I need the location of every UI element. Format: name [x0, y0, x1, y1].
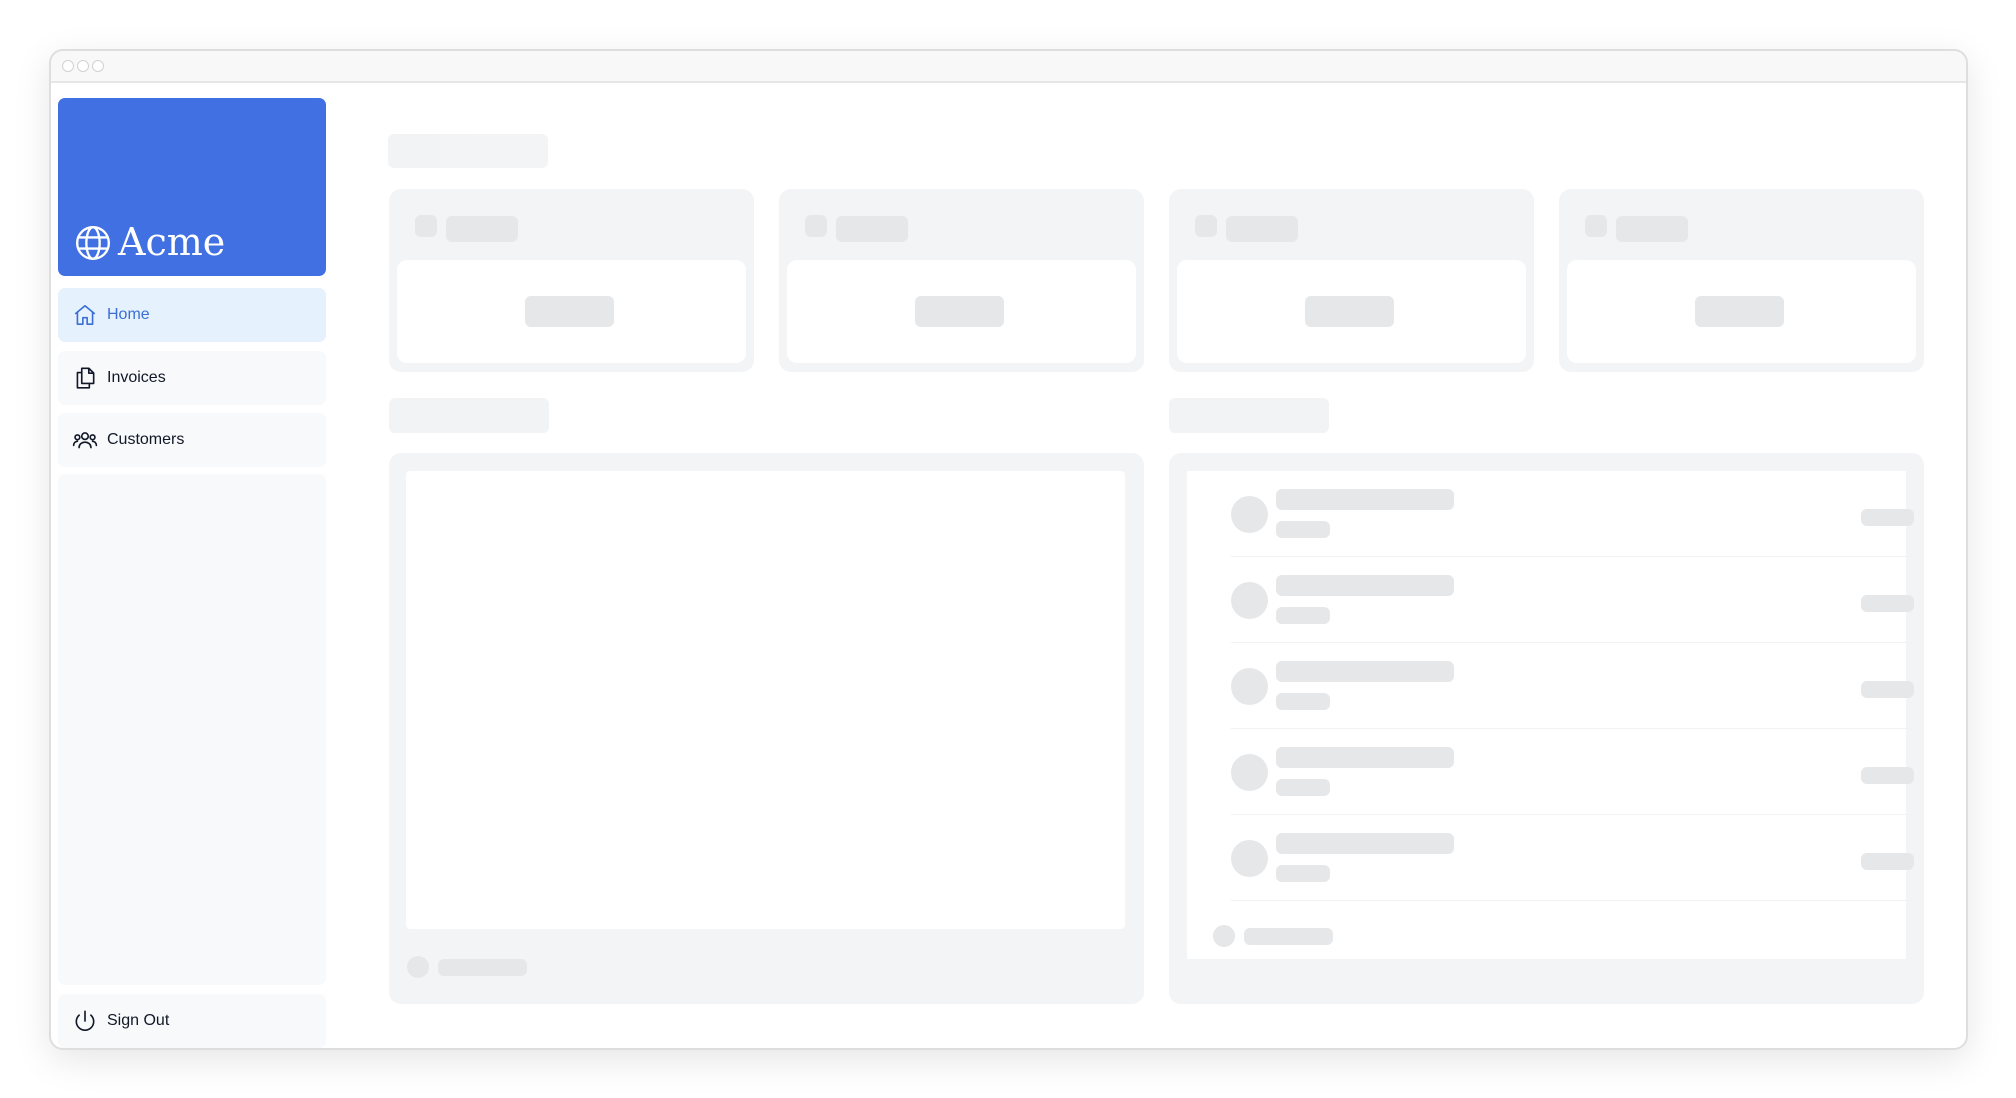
- sidebar: Acme Home Invoices Customers Sign Out: [58, 98, 326, 1048]
- list-item-skeleton: [1231, 643, 1914, 729]
- sidebar-item-home[interactable]: Home: [58, 288, 326, 342]
- list-footer-text-skeleton: [1244, 928, 1333, 945]
- list-item-skeleton: [1231, 557, 1914, 643]
- email-skeleton: [1276, 693, 1330, 710]
- list-item-skeleton: [1231, 815, 1914, 901]
- card-icon-skeleton: [1585, 215, 1607, 237]
- amount-skeleton: [1861, 767, 1914, 784]
- home-icon: [74, 304, 96, 326]
- card-icon-skeleton: [805, 215, 827, 237]
- stat-card-skeleton: [1559, 189, 1924, 372]
- globe-icon: [75, 225, 111, 261]
- email-skeleton: [1276, 779, 1330, 796]
- card-title-skeleton: [446, 216, 518, 242]
- power-icon: [75, 1010, 95, 1031]
- page-title-skeleton: [388, 134, 548, 168]
- users-icon: [72, 432, 98, 449]
- chart-panel-skeleton: [389, 453, 1144, 1004]
- chart-area-skeleton: [406, 471, 1125, 929]
- stat-card-skeleton: [389, 189, 754, 372]
- amount-skeleton: [1861, 681, 1914, 698]
- list-footer-icon-skeleton: [1213, 925, 1235, 947]
- avatar-skeleton: [1231, 840, 1268, 877]
- card-value-skeleton: [525, 296, 614, 327]
- chart-footer-icon-skeleton: [407, 956, 429, 978]
- card-body: [787, 260, 1136, 363]
- sign-out-label: Sign Out: [107, 1012, 170, 1029]
- sidebar-item-invoices[interactable]: Invoices: [58, 351, 326, 405]
- avatar-skeleton: [1231, 754, 1268, 791]
- name-skeleton: [1276, 575, 1454, 596]
- browser-window: Acme Home Invoices Customers Sign Out: [49, 49, 1968, 1050]
- card-icon-skeleton: [415, 215, 437, 237]
- avatar-skeleton: [1231, 582, 1268, 619]
- card-title-skeleton: [1616, 216, 1688, 242]
- sidebar-item-label: Invoices: [107, 369, 166, 386]
- email-skeleton: [1276, 607, 1330, 624]
- sidebar-item-label: Customers: [107, 431, 185, 448]
- chart-footer-text-skeleton: [438, 959, 527, 976]
- name-skeleton: [1276, 661, 1454, 682]
- logo-text: Acme: [118, 220, 226, 264]
- window-close-dot[interactable]: [62, 60, 74, 72]
- list-item-skeleton: [1231, 729, 1914, 815]
- row-divider: [1231, 899, 1914, 901]
- documents-icon: [76, 367, 95, 389]
- latest-heading-skeleton: [1169, 398, 1329, 433]
- window-maximize-dot[interactable]: [92, 60, 104, 72]
- stat-card-skeleton: [1169, 189, 1534, 372]
- window-titlebar: [51, 51, 1966, 83]
- avatar-skeleton: [1231, 668, 1268, 705]
- card-icon-skeleton: [1195, 215, 1217, 237]
- card-body: [397, 260, 746, 363]
- acme-logo[interactable]: Acme: [58, 98, 326, 276]
- card-value-skeleton: [1305, 296, 1394, 327]
- sign-out-button[interactable]: Sign Out: [58, 994, 326, 1048]
- window-minimize-dot[interactable]: [77, 60, 89, 72]
- card-title-skeleton: [1226, 216, 1298, 242]
- sidebar-item-label: Home: [107, 306, 150, 323]
- stat-card-skeleton: [779, 189, 1144, 372]
- sidebar-spacer: [58, 474, 326, 985]
- list-item-skeleton: [1231, 471, 1914, 557]
- email-skeleton: [1276, 865, 1330, 882]
- card-title-skeleton: [836, 216, 908, 242]
- card-value-skeleton: [1695, 296, 1784, 327]
- amount-skeleton: [1861, 853, 1914, 870]
- email-skeleton: [1276, 521, 1330, 538]
- latest-panel-skeleton: [1169, 453, 1924, 1004]
- name-skeleton: [1276, 489, 1454, 510]
- card-body: [1177, 260, 1526, 363]
- card-body: [1567, 260, 1916, 363]
- card-value-skeleton: [915, 296, 1004, 327]
- sidebar-item-customers[interactable]: Customers: [58, 413, 326, 467]
- amount-skeleton: [1861, 509, 1914, 526]
- amount-skeleton: [1861, 595, 1914, 612]
- name-skeleton: [1276, 833, 1454, 854]
- avatar-skeleton: [1231, 496, 1268, 533]
- name-skeleton: [1276, 747, 1454, 768]
- latest-list-skeleton: [1187, 471, 1914, 959]
- chart-heading-skeleton: [389, 398, 549, 433]
